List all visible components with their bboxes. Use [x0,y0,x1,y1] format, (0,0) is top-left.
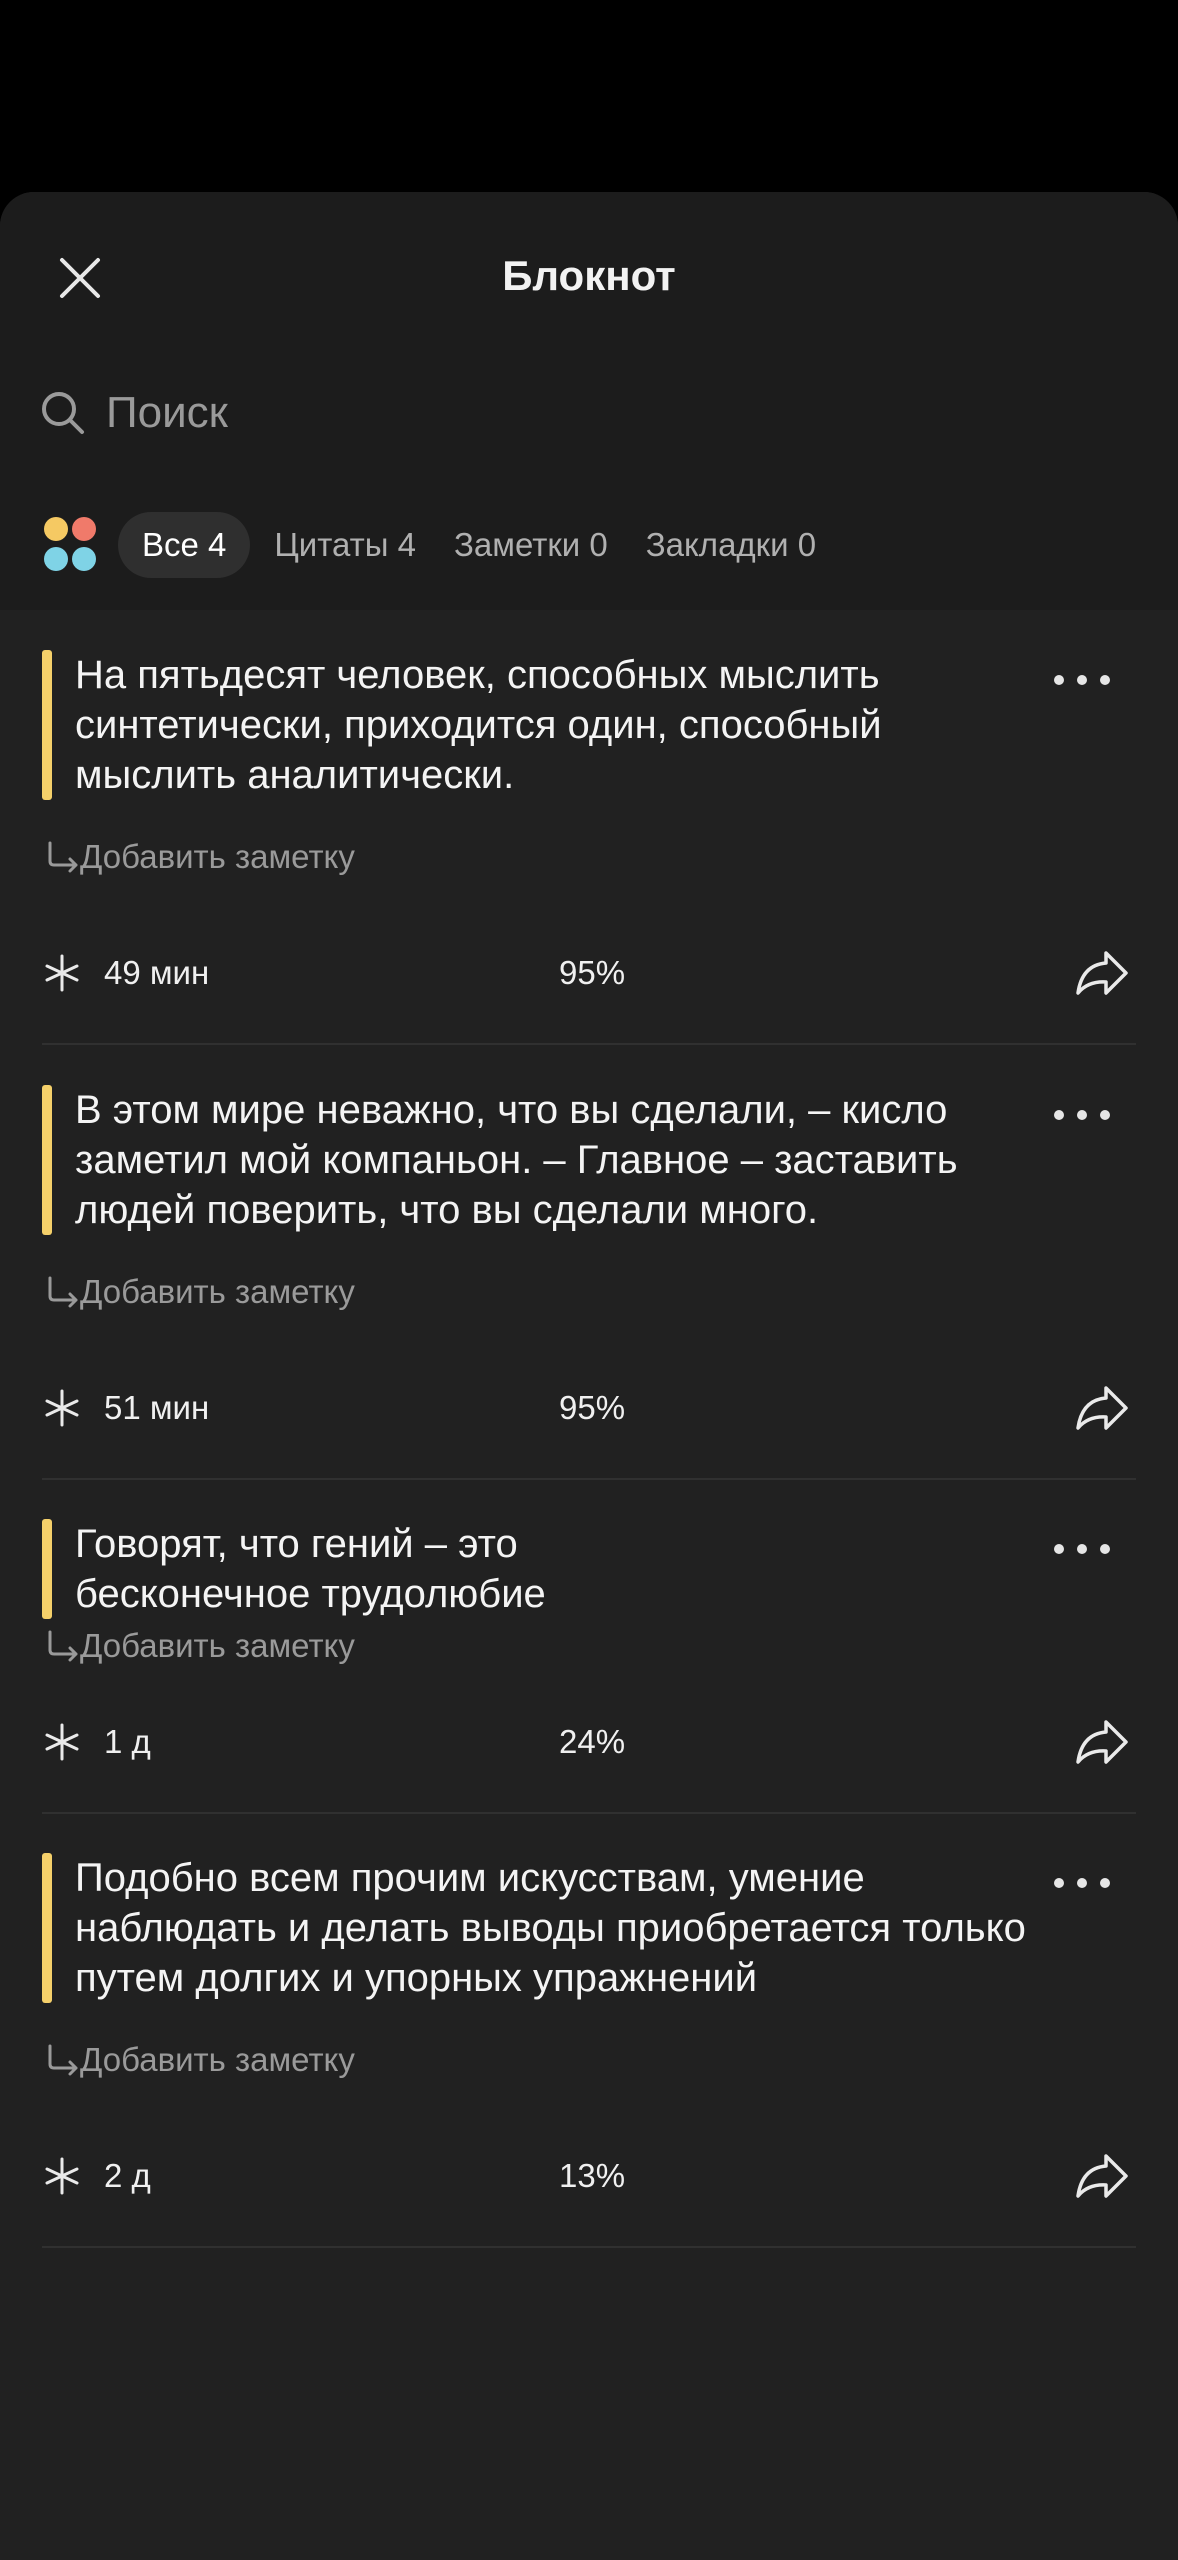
quote-marker [42,1085,52,1235]
item-progress: 24% [559,1723,626,1760]
item-meta: 51 мин 95% [0,1378,1178,1438]
asterisk-icon [45,1389,79,1427]
color-dots-icon[interactable] [44,517,100,573]
more-options-button[interactable] [1054,660,1110,700]
quote-text: На пятьдесят человек, способных мыслить … [75,653,882,797]
share-icon[interactable] [1074,1382,1130,1434]
add-note-label: Добавить заметку [80,1273,355,1310]
item-time: 2 д [104,2157,151,2194]
filter-tabs: Все 4 Цитаты 4 Заметки 0 Закладки 0 [44,512,840,578]
share-icon[interactable] [1074,947,1130,999]
item-meta: 2 д 13% [0,2146,1178,2206]
tab-bookmarks[interactable]: Закладки 0 [632,512,830,578]
share-icon[interactable] [1074,1716,1130,1768]
item-progress: 13% [559,2157,626,2194]
item-meta: 1 д 24% [0,1712,1178,1772]
item-meta: 49 мин 95% [0,943,1178,1003]
share-icon[interactable] [1074,2150,1130,2202]
notebook-header: Блокнот Все 4 Цитаты 4 Заметки 0 Закладк… [0,192,1178,610]
quote-text: В этом мире неважно, что вы сделали, – к… [75,1088,958,1232]
quote-text: Подобно всем прочим искусствам, умение н… [75,1856,1026,2000]
reply-arrow-icon [48,841,78,873]
add-note-button[interactable]: Добавить заметку [44,1621,355,1671]
add-note-label: Добавить заметку [80,2041,355,2078]
divider [42,1478,1136,1480]
quote-marker [42,1853,52,2003]
search-bar[interactable] [40,372,1138,454]
item-time: 49 мин [104,954,210,991]
item-time: 51 мин [104,1389,210,1426]
more-options-button[interactable] [1054,1529,1110,1569]
asterisk-icon [45,1723,79,1761]
asterisk-icon [45,954,79,992]
item-progress: 95% [559,1389,626,1426]
reply-arrow-icon [48,1276,78,1308]
divider [42,1043,1136,1045]
add-note-button[interactable]: Добавить заметку [44,2035,355,2085]
reply-arrow-icon [48,1630,78,1662]
search-icon [42,392,84,434]
add-note-button[interactable]: Добавить заметку [44,832,355,882]
add-note-label: Добавить заметку [80,838,355,875]
notebook-sheet: Блокнот Все 4 Цитаты 4 Заметки 0 Закладк… [0,192,1178,2560]
dot-red [72,517,96,541]
quote-text: Говорят, что гений – это бесконечное тру… [75,1522,546,1616]
dot-yellow [44,517,68,541]
search-input[interactable] [106,388,1006,438]
divider [42,1812,1136,1814]
tab-quotes[interactable]: Цитаты 4 [260,512,430,578]
add-note-label: Добавить заметку [80,1627,355,1664]
item-progress: 95% [559,954,626,991]
divider [42,2246,1136,2248]
add-note-button[interactable]: Добавить заметку [44,1267,355,1317]
reply-arrow-icon [48,2044,78,2076]
dot-cyan-2 [72,547,96,571]
asterisk-icon [45,2157,79,2195]
tab-notes[interactable]: Заметки 0 [440,512,622,578]
quote-marker [42,1519,52,1619]
dot-cyan [44,547,68,571]
more-options-button[interactable] [1054,1863,1110,1903]
quote-marker [42,650,52,800]
page-title: Блокнот [502,252,676,299]
tab-all[interactable]: Все 4 [118,512,251,578]
more-options-button[interactable] [1054,1095,1110,1135]
item-time: 1 д [104,1723,151,1760]
